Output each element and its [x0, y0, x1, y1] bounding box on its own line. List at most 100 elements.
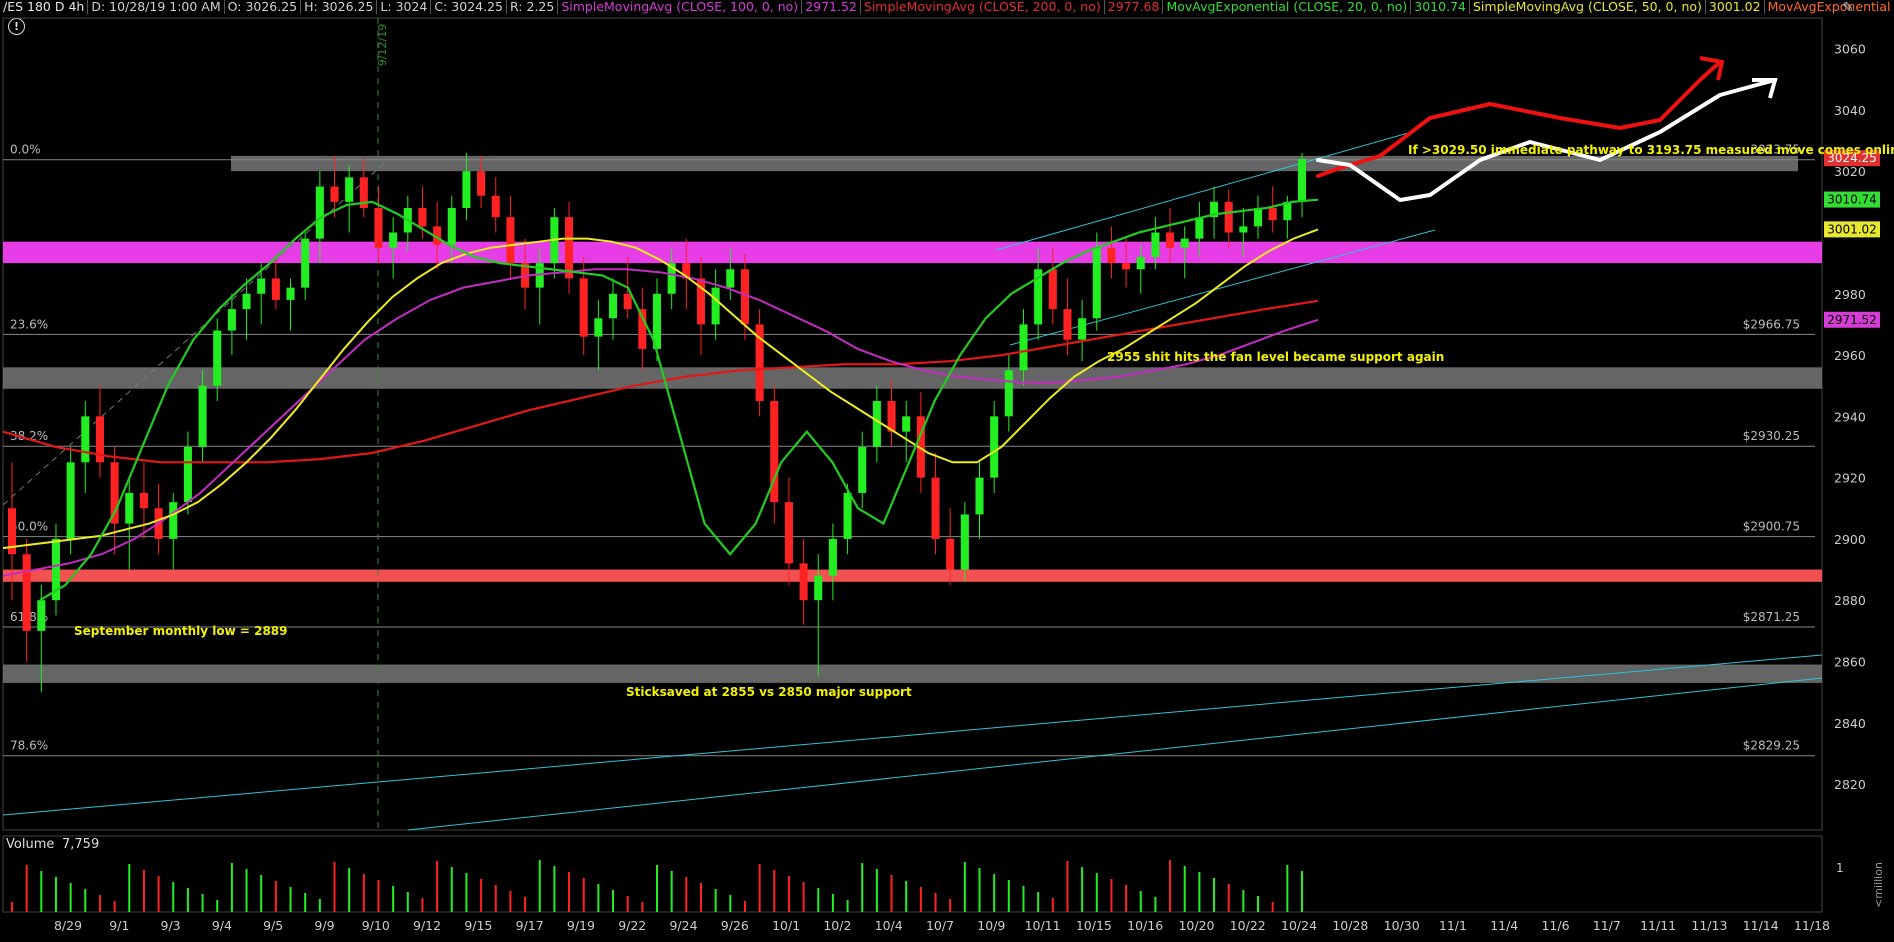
candle-body	[169, 502, 178, 539]
x-tick-label: 10/30	[1384, 918, 1420, 933]
candle-body	[1107, 247, 1116, 264]
volume-axis-unit: <million	[1872, 862, 1885, 908]
x-tick-label: 11/13	[1691, 918, 1727, 933]
volume-bar	[362, 874, 365, 912]
projection-path-white	[1316, 78, 1777, 202]
price-chart[interactable]: 0.0% 3023.7523.6% $2966.7538.2% $2930.2550.…	[0, 0, 1894, 942]
volume-bar	[699, 883, 702, 912]
candle-body	[946, 538, 955, 570]
x-tick-label: 10/15	[1076, 918, 1112, 933]
volume-bar	[1286, 865, 1289, 912]
candle-body	[565, 217, 574, 279]
candle-body	[711, 287, 720, 325]
candle-body	[198, 385, 207, 447]
volume-bar	[963, 862, 966, 912]
candle-body	[257, 278, 266, 294]
candle-body	[975, 477, 984, 515]
volume-bar	[685, 877, 688, 912]
x-tick-label: 11/11	[1640, 918, 1676, 933]
x-tick-label: 10/7	[926, 918, 954, 933]
volume-bar	[289, 887, 292, 912]
candle-body	[374, 207, 383, 248]
volume-bar	[656, 865, 658, 912]
volume-bar	[113, 901, 116, 912]
y-tick-label: 2820	[1834, 777, 1866, 792]
candle-body	[1151, 232, 1160, 258]
volume-bar	[1095, 873, 1098, 912]
fib-price-label: $2871.25	[1743, 610, 1800, 624]
volume-bar	[1242, 890, 1245, 912]
candle-body	[22, 554, 31, 631]
plot-frame	[2, 17, 1823, 831]
x-tick-label: 10/9	[977, 918, 1005, 933]
x-tick-label: 9/9	[314, 918, 334, 933]
trend-line	[407, 677, 1823, 831]
y-tick-label: 2900	[1834, 532, 1866, 547]
candle-body	[301, 238, 310, 288]
candle-body	[477, 171, 486, 196]
volume-bar	[875, 869, 878, 912]
candle-body	[1122, 263, 1131, 270]
candle-body	[858, 446, 867, 493]
x-tick-label: 9/1	[109, 918, 129, 933]
volume-bar	[524, 897, 527, 912]
volume-bar	[1051, 898, 1054, 912]
candle-body	[1195, 217, 1204, 239]
x-tick-label: 11/7	[1593, 918, 1621, 933]
candle-body	[447, 207, 456, 245]
volume-bar	[69, 883, 72, 912]
volume-bar	[626, 896, 629, 912]
candle-body	[960, 514, 969, 570]
x-tick-label: 9/12	[413, 918, 441, 933]
volume-bar	[128, 864, 131, 912]
candle-body	[1092, 247, 1101, 319]
candle-body	[242, 293, 251, 310]
fib-level-label: 23.6%	[10, 317, 48, 331]
x-tick-label: 9/10	[362, 918, 390, 933]
candle-body	[506, 217, 515, 264]
y-tick-label: 2880	[1834, 593, 1866, 608]
candle-body	[1268, 207, 1277, 221]
volume-bar	[861, 863, 864, 912]
volume-bar	[392, 886, 395, 912]
volume-bar	[919, 887, 922, 912]
candle-body	[740, 269, 749, 325]
candle-body	[227, 309, 236, 331]
volume-bar	[304, 893, 307, 912]
x-tick-label: 11/4	[1490, 918, 1518, 933]
volume-bar	[318, 899, 321, 912]
volume-bar	[1213, 878, 1216, 912]
volume-bar	[846, 900, 849, 912]
candle-body	[1180, 238, 1189, 248]
candle-body	[608, 293, 618, 319]
y-tick-label: 2840	[1834, 716, 1866, 731]
candle-body	[37, 600, 46, 631]
x-tick-label: 10/16	[1127, 918, 1163, 933]
fib-price-label: $2829.25	[1743, 739, 1800, 753]
volume-bar	[1007, 880, 1010, 912]
volume-bar	[1139, 891, 1142, 912]
x-tick-label: 10/11	[1025, 918, 1061, 933]
fib-price-label: $2930.25	[1743, 429, 1800, 443]
volume-bar	[773, 870, 776, 912]
volume-bar	[729, 895, 732, 912]
price-badge-value: 3010.74	[1827, 193, 1877, 207]
candle-body	[902, 416, 911, 432]
candle-body	[990, 416, 999, 478]
x-tick-label: 9/26	[721, 918, 749, 933]
candle-body	[139, 492, 148, 509]
y-tick-label: 3020	[1834, 164, 1866, 179]
candle-body	[1166, 232, 1175, 248]
volume-bar	[890, 875, 893, 912]
volume-bar	[1022, 886, 1025, 912]
volume-bar	[1169, 860, 1172, 912]
volume-bar	[54, 877, 57, 912]
annotation-text: 2955 shit hits the fan level became supp…	[1107, 350, 1444, 364]
candle-body	[931, 477, 940, 539]
volume-bar	[216, 900, 219, 912]
fib-level-label: 78.6%	[10, 739, 48, 753]
candle-body	[1019, 324, 1028, 371]
x-tick-label: 9/19	[567, 918, 595, 933]
volume-bar	[831, 894, 834, 912]
volume-bar	[260, 875, 263, 912]
